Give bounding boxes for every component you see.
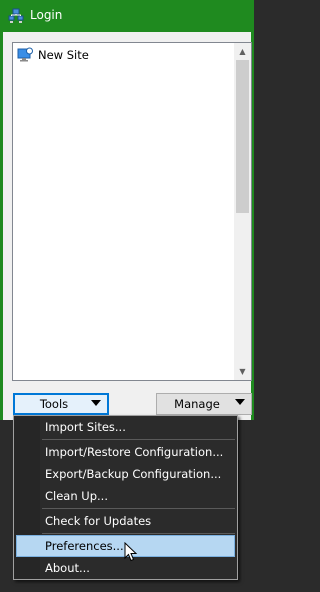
menu-separator [42,533,235,534]
mouse-pointer-icon [124,541,138,563]
login-window: Login New Site ▲ ▼ Tools Manage [0,0,254,420]
chevron-down-icon [235,399,245,405]
menu-separator [42,439,235,440]
menu-item-import-restore[interactable]: Import/Restore Configuration... [16,441,235,463]
scroll-down-icon[interactable]: ▼ [234,363,251,380]
scroll-thumb[interactable] [236,60,249,213]
manage-button[interactable]: Manage [156,393,252,415]
client-area: New Site ▲ ▼ Tools Manage [3,32,252,420]
menu-item-check-updates[interactable]: Check for Updates [16,510,235,532]
window-title: Login [30,8,63,22]
site-list[interactable]: New Site ▲ ▼ [12,42,252,381]
menu-item-export-backup[interactable]: Export/Backup Configuration... [16,463,235,485]
chevron-down-icon [91,400,101,406]
vertical-scrollbar[interactable]: ▲ ▼ [234,43,251,380]
menu-item-import-sites[interactable]: Import Sites... [16,416,235,438]
tools-button[interactable]: Tools [13,393,109,415]
title-bar[interactable]: Login [0,0,254,32]
site-label: New Site [38,48,89,62]
menu-separator [42,508,235,509]
list-item[interactable]: New Site [17,47,89,63]
network-computer-icon [8,8,24,24]
scroll-up-icon[interactable]: ▲ [234,43,251,60]
menu-item-clean-up[interactable]: Clean Up... [16,485,235,507]
monitor-globe-icon [17,47,33,63]
